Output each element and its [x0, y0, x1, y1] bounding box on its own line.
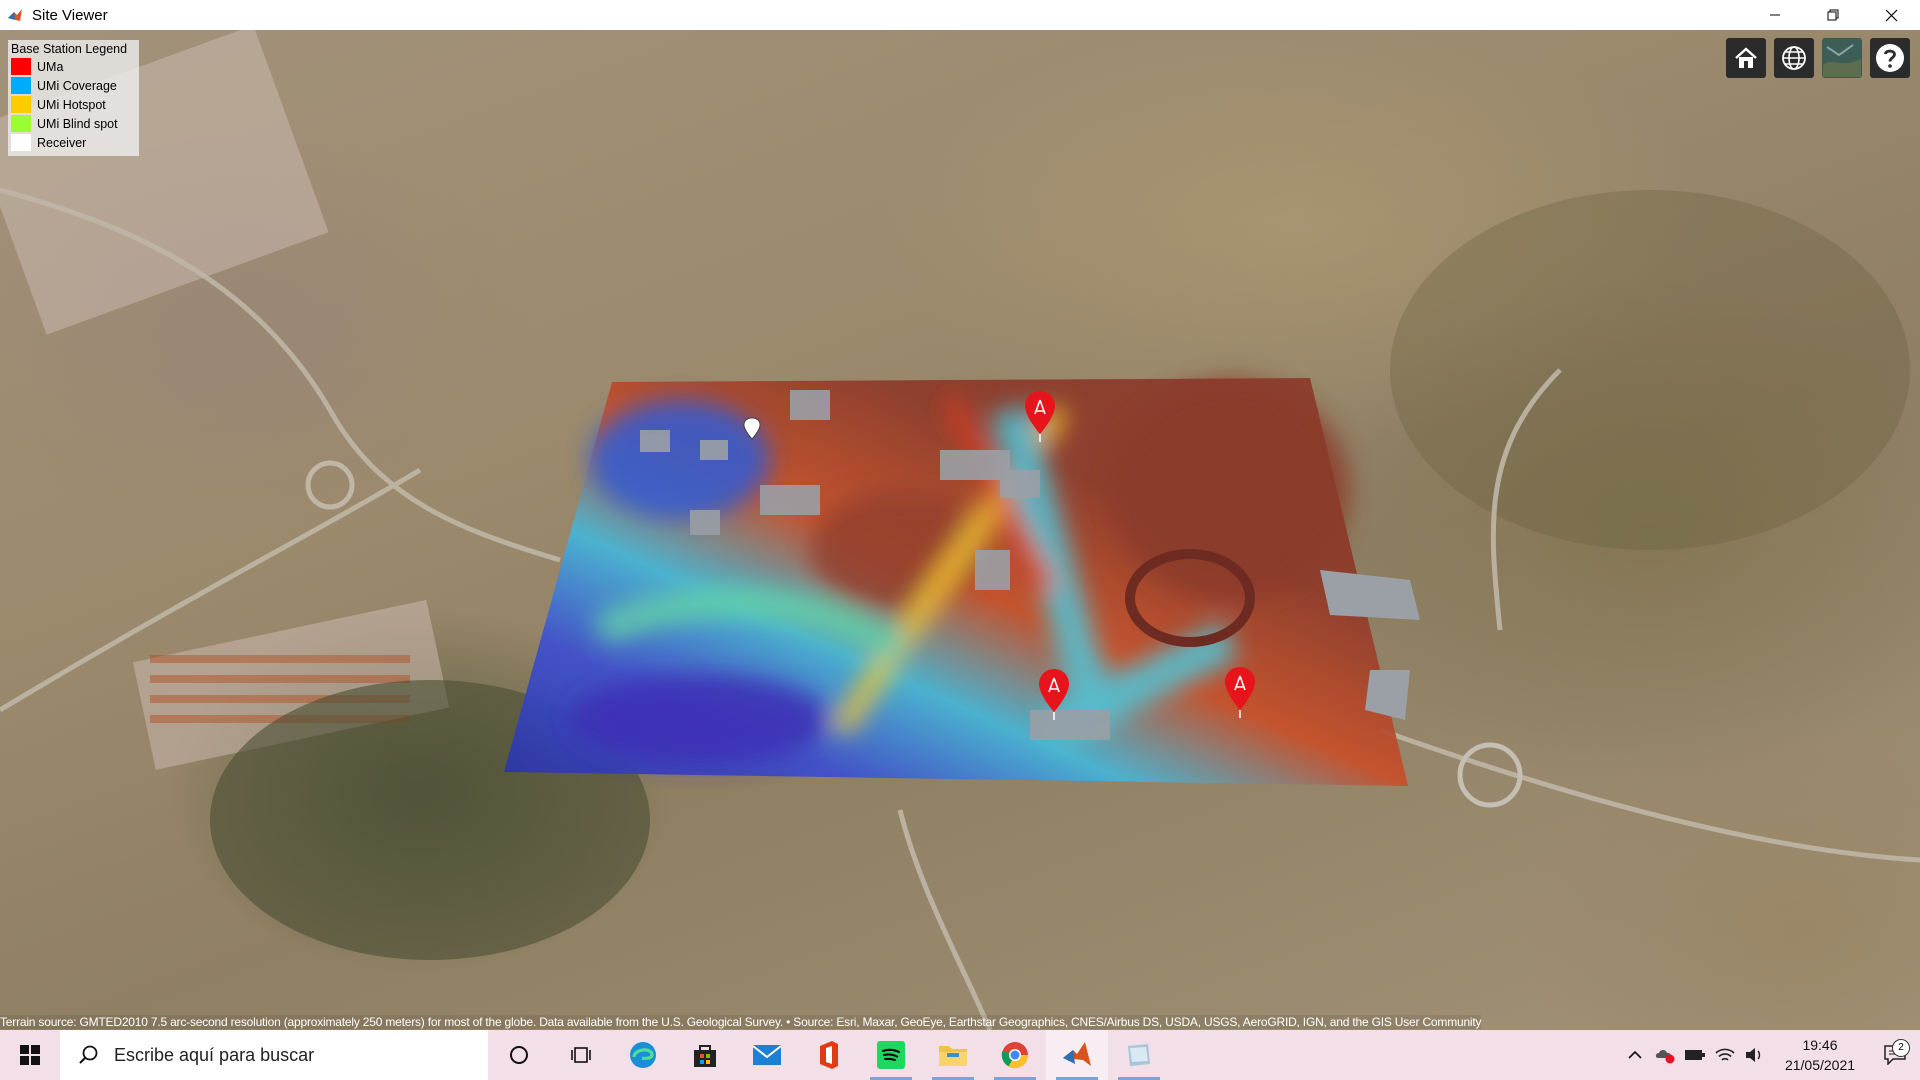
- wifi-status[interactable]: [1710, 1046, 1740, 1064]
- legend-swatch: [11, 58, 31, 75]
- window-title: Site Viewer: [32, 6, 108, 24]
- legend-item-receiver: Receiver: [11, 133, 135, 152]
- matlab-button[interactable]: [1046, 1030, 1108, 1080]
- base-station-marker[interactable]: [1223, 666, 1257, 718]
- legend-swatch: [11, 96, 31, 113]
- search-icon: [79, 1045, 98, 1064]
- satellite-terrain: [0, 30, 1920, 1030]
- legend-label: Receiver: [37, 135, 87, 150]
- windows-logo-icon: [20, 1045, 40, 1065]
- generic-app-icon: [1128, 1044, 1150, 1066]
- battery-status[interactable]: [1680, 1048, 1710, 1062]
- chrome-icon: [1001, 1042, 1029, 1069]
- clock-date: 21/05/2021: [1784, 1057, 1856, 1073]
- clock-time: 19:46: [1802, 1037, 1838, 1053]
- help-icon: [1876, 44, 1904, 72]
- matlab-icon: [1063, 1042, 1091, 1066]
- wifi-icon: [1715, 1048, 1735, 1061]
- map-attribution: Terrain source: GMTED2010 7.5 arc-second…: [0, 1015, 1482, 1029]
- onedrive-error-icon: [1655, 1050, 1675, 1064]
- legend-item-uma: UMa: [11, 57, 135, 76]
- show-hidden-icons-button[interactable]: [1620, 1049, 1650, 1061]
- search-placeholder: Escribe aquí para buscar: [114, 1044, 315, 1065]
- globe-icon: [1782, 46, 1806, 70]
- generic-app-button[interactable]: [1108, 1030, 1170, 1080]
- system-tray: 19:46 21/05/2021 2: [1620, 1030, 1920, 1080]
- globe-button[interactable]: [1774, 38, 1814, 78]
- legend-item-umi-hotspot: UMi Hotspot: [11, 95, 135, 114]
- legend-label: UMi Blind spot: [37, 116, 118, 131]
- task-view-button[interactable]: [550, 1030, 612, 1080]
- task-view-icon: [571, 1047, 591, 1063]
- receiver-marker[interactable]: [743, 417, 761, 443]
- home-icon: [1735, 47, 1757, 68]
- base-station-legend: Base Station Legend UMa UMi Coverage UMi…: [8, 40, 139, 156]
- base-station-marker[interactable]: [1023, 390, 1057, 442]
- legend-label: UMi Hotspot: [37, 97, 106, 112]
- legend-swatch: [11, 115, 31, 132]
- taskbar-search-box[interactable]: Escribe aquí para buscar: [60, 1030, 488, 1080]
- legend-label: UMa: [37, 59, 64, 74]
- map-toolbar: [1726, 38, 1910, 78]
- map-view[interactable]: Base Station Legend UMa UMi Coverage UMi…: [0, 30, 1920, 1030]
- close-button[interactable]: [1862, 0, 1920, 30]
- mail-button[interactable]: [736, 1030, 798, 1080]
- legend-label: UMi Coverage: [37, 78, 117, 93]
- basemap-icon: [1823, 39, 1861, 77]
- office-button[interactable]: [798, 1030, 860, 1080]
- notification-count-badge: 2: [1892, 1039, 1910, 1057]
- restore-button[interactable]: [1804, 0, 1862, 30]
- basemap-button[interactable]: [1822, 38, 1862, 78]
- action-center-button[interactable]: 2: [1870, 1039, 1920, 1065]
- legend-swatch: [11, 134, 31, 151]
- edge-icon: [630, 1042, 656, 1068]
- matlab-app-icon: [6, 6, 24, 24]
- minimize-icon: [1770, 14, 1780, 16]
- battery-icon: [1685, 1050, 1705, 1060]
- restore-icon: [1827, 9, 1839, 21]
- volume-control[interactable]: [1740, 1046, 1770, 1064]
- help-button[interactable]: [1870, 38, 1910, 78]
- start-button[interactable]: [0, 1030, 60, 1080]
- onedrive-status[interactable]: [1650, 1046, 1680, 1064]
- store-button[interactable]: [674, 1030, 736, 1080]
- window-title-bar: Site Viewer: [0, 0, 1920, 30]
- cortana-icon: [510, 1046, 528, 1064]
- chrome-button[interactable]: [984, 1030, 1046, 1080]
- legend-item-umi-coverage: UMi Coverage: [11, 76, 135, 95]
- store-icon: [694, 1045, 716, 1067]
- speaker-icon: [1746, 1048, 1761, 1062]
- file-explorer-button[interactable]: [922, 1030, 984, 1080]
- office-icon: [820, 1041, 838, 1069]
- cortana-button[interactable]: [488, 1030, 550, 1080]
- mail-icon: [752, 1045, 782, 1065]
- legend-title: Base Station Legend: [11, 42, 128, 56]
- legend-item-umi-blind-spot: UMi Blind spot: [11, 114, 135, 133]
- windows-taskbar: Escribe aquí para buscar 19:46 21/05/202…: [0, 1030, 1920, 1080]
- taskbar-clock[interactable]: 19:46 21/05/2021: [1770, 1035, 1870, 1075]
- close-icon: [1885, 9, 1897, 21]
- spotify-button[interactable]: [860, 1030, 922, 1080]
- chevron-up-icon: [1628, 1050, 1642, 1059]
- minimize-button[interactable]: [1746, 0, 1804, 30]
- file-explorer-icon: [939, 1046, 967, 1066]
- legend-swatch: [11, 77, 31, 94]
- edge-button[interactable]: [612, 1030, 674, 1080]
- home-button[interactable]: [1726, 38, 1766, 78]
- base-station-marker[interactable]: [1037, 668, 1071, 720]
- spotify-icon: [877, 1041, 905, 1069]
